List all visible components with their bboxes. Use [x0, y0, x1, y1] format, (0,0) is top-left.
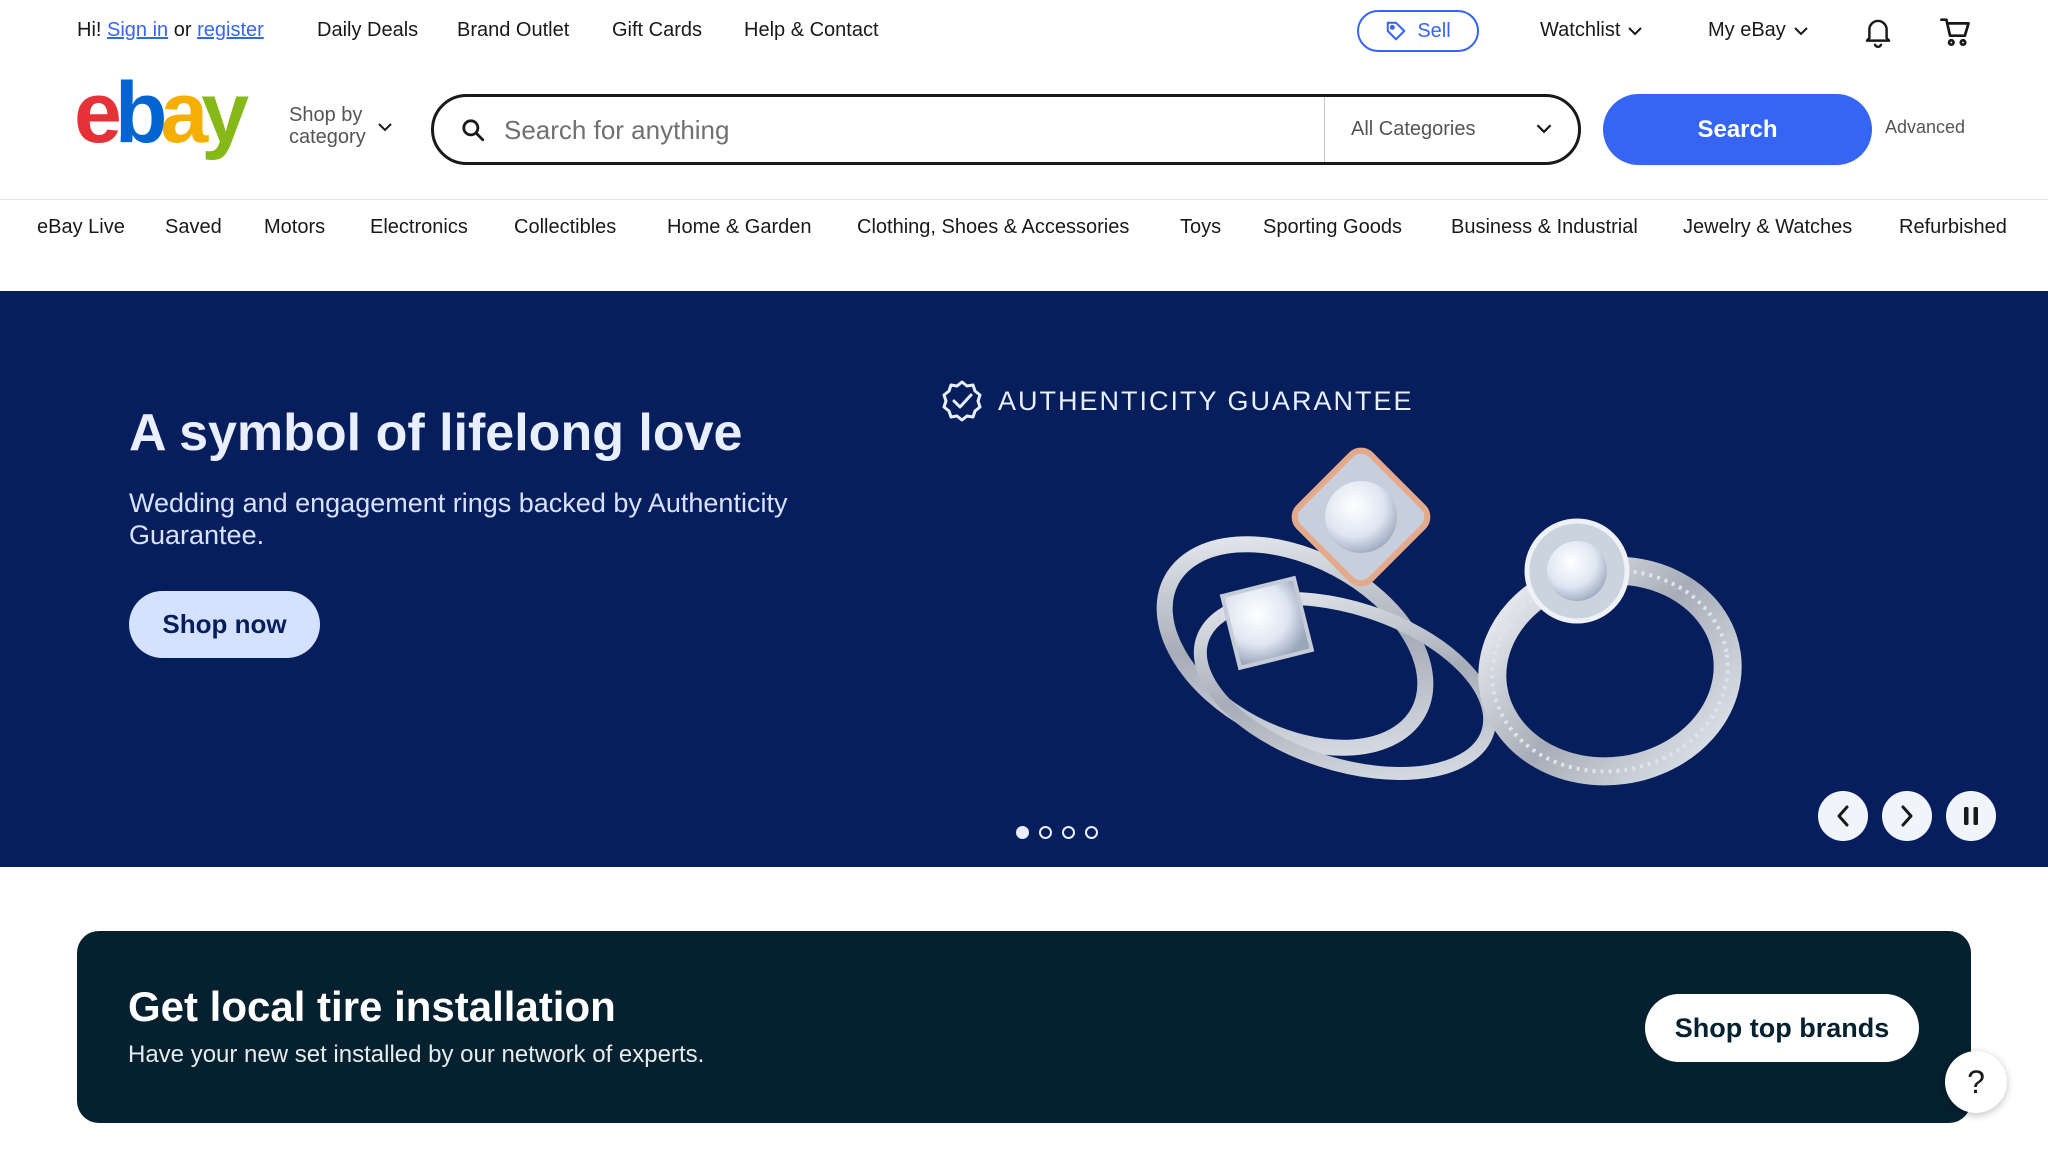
daily-deals-link[interactable]: Daily Deals	[317, 19, 418, 42]
carousel-indicators	[1016, 826, 1098, 839]
tire-banner-subtitle: Have your new set installed by our netwo…	[128, 1041, 705, 1068]
help-button[interactable]: ?	[1945, 1051, 2007, 1113]
chevron-down-icon	[1794, 26, 1808, 35]
chevron-right-icon	[1901, 805, 1913, 827]
gift-cards-link[interactable]: Gift Cards	[612, 19, 702, 42]
cart-button[interactable]	[1937, 14, 1973, 50]
category-select-value: All Categories	[1351, 118, 1476, 140]
hero-title: A symbol of lifelong love	[129, 404, 743, 462]
nav-item-electronics[interactable]: Electronics	[370, 216, 468, 239]
watchlist-label: Watchlist	[1540, 19, 1621, 41]
authenticity-badge: AUTHENTICITY GUARANTEE	[940, 379, 1414, 423]
category-select[interactable]: All Categories	[1324, 97, 1578, 162]
search-bar: All Categories	[431, 94, 1581, 165]
bell-icon	[1865, 19, 1891, 48]
nav-item-jewelry-watches[interactable]: Jewelry & Watches	[1683, 216, 1852, 239]
shop-by-line1: Shop by	[289, 104, 363, 126]
my-ebay-dropdown[interactable]: My eBay	[1708, 19, 1808, 42]
nav-item-toys[interactable]: Toys	[1180, 216, 1221, 239]
tag-icon	[1387, 21, 1406, 41]
nav-item-business-industrial[interactable]: Business & Industrial	[1451, 216, 1638, 239]
authenticity-badge-text: AUTHENTICITY GUARANTEE	[998, 385, 1414, 416]
greeting-text: Hi!	[77, 19, 102, 41]
category-nav-divider	[0, 199, 2048, 200]
top-utility-bar: Hi! Sign in or register Daily Deals Bran…	[0, 0, 2048, 64]
nav-item-saved[interactable]: Saved	[165, 216, 222, 239]
chevron-down-icon	[1628, 26, 1643, 35]
verified-check-icon	[942, 380, 982, 422]
hero-subtitle: Wedding and engagement rings backed by A…	[129, 488, 788, 550]
register-link[interactable]: register	[197, 19, 264, 41]
ebay-logo[interactable]: ebay	[74, 78, 266, 164]
notifications-button[interactable]	[1860, 14, 1896, 50]
chevron-down-icon	[1536, 124, 1552, 134]
search-input[interactable]	[504, 107, 1304, 153]
nav-item-ebay-live[interactable]: eBay Live	[37, 216, 125, 239]
nav-item-collectibles[interactable]: Collectibles	[514, 216, 616, 239]
brand-outlet-link[interactable]: Brand Outlet	[457, 19, 569, 42]
carousel-next-button[interactable]	[1882, 791, 1932, 841]
carousel-prev-button[interactable]	[1818, 791, 1868, 841]
nav-item-home-garden[interactable]: Home & Garden	[667, 216, 812, 239]
sell-label: Sell	[1417, 19, 1451, 42]
chevron-down-icon	[378, 123, 392, 132]
my-ebay-label: My eBay	[1708, 19, 1786, 41]
nav-item-refurbished[interactable]: Refurbished	[1899, 216, 2007, 239]
nav-item-clothing[interactable]: Clothing, Shoes & Accessories	[857, 216, 1129, 239]
rings-image	[1156, 447, 1742, 786]
carousel-dot[interactable]	[1016, 826, 1029, 839]
pause-icon	[1964, 807, 1978, 825]
shop-top-brands-button[interactable]: Shop top brands	[1645, 994, 1919, 1062]
tire-installation-banner[interactable]: Get local tire installation Have your ne…	[77, 931, 1971, 1123]
svg-text:ebay: ebay	[74, 78, 249, 161]
watchlist-dropdown[interactable]: Watchlist	[1540, 19, 1643, 42]
sign-in-link[interactable]: Sign in	[107, 19, 168, 41]
search-button[interactable]: Search	[1603, 94, 1872, 165]
carousel-dot[interactable]	[1039, 826, 1052, 839]
shop-by-line2: category	[289, 126, 366, 148]
nav-item-sporting-goods[interactable]: Sporting Goods	[1263, 216, 1402, 239]
carousel-dot[interactable]	[1062, 826, 1075, 839]
shop-now-button[interactable]: Shop now	[129, 591, 320, 658]
hero-banner[interactable]: A symbol of lifelong love Wedding and en…	[0, 291, 2048, 867]
chevron-left-icon	[1837, 805, 1849, 827]
advanced-search-link[interactable]: Advanced	[1885, 117, 1965, 138]
tire-banner-title: Get local tire installation	[128, 983, 616, 1030]
carousel-dot[interactable]	[1085, 826, 1098, 839]
nav-item-motors[interactable]: Motors	[264, 216, 325, 239]
search-icon	[462, 119, 485, 142]
shop-by-category-button[interactable]: Shop by category	[289, 104, 366, 148]
cart-icon	[1940, 18, 1970, 47]
greeting: Hi! Sign in or register	[77, 19, 264, 42]
greeting-or: or	[173, 19, 192, 41]
carousel-pause-button[interactable]	[1946, 791, 1996, 841]
sell-button[interactable]: Sell	[1357, 10, 1479, 52]
help-contact-link[interactable]: Help & Contact	[744, 19, 879, 42]
